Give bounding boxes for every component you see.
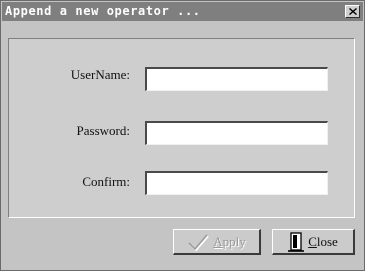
close-button-label: Close — [308, 234, 338, 249]
form-panel: UserName: Password: Confirm: — [8, 38, 355, 218]
password-field[interactable] — [145, 121, 328, 145]
username-field[interactable] — [145, 67, 328, 91]
title-bar[interactable]: Append a new operator ... — [2, 2, 363, 21]
apply-button-label: Apply — [213, 234, 246, 249]
confirm-password-field[interactable] — [145, 171, 328, 195]
window-close-button[interactable] — [345, 5, 360, 18]
username-label: UserName: — [70, 67, 130, 82]
checkmark-icon — [188, 233, 210, 251]
window-title: Append a new operator ... — [5, 4, 201, 18]
confirm-label: Confirm: — [82, 174, 130, 189]
close-icon — [349, 8, 357, 15]
apply-button[interactable]: Apply — [173, 229, 261, 255]
door-exit-icon — [288, 231, 305, 252]
dialog-window: Append a new operator ... UserName: Pass… — [0, 0, 365, 271]
password-label: Password: — [76, 123, 130, 138]
close-button[interactable]: Close — [272, 229, 355, 255]
